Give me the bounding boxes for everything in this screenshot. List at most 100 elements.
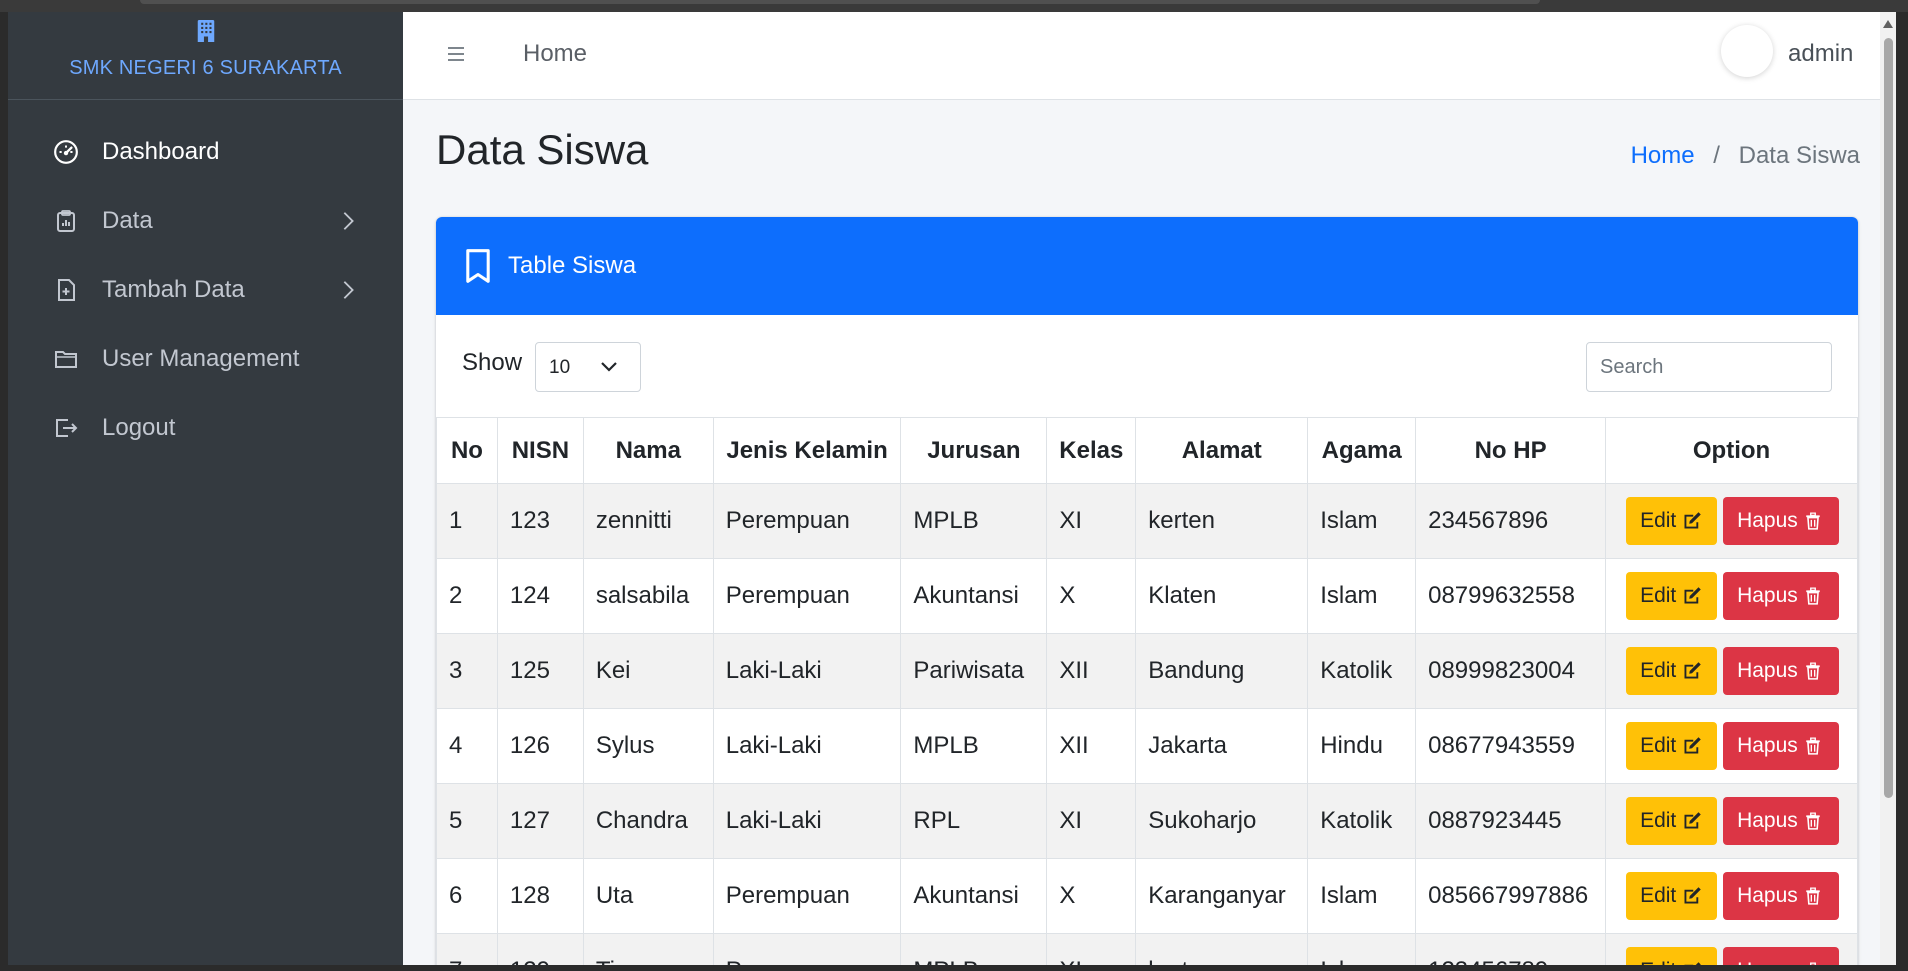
table-cell: Perempuan <box>712 483 902 559</box>
delete-button-label: Hapus <box>1737 959 1798 965</box>
table-header-row: No NISN Nama Jenis Kelamin Jurusan Kelas… <box>436 417 1858 484</box>
search-input[interactable] <box>1586 342 1832 392</box>
breadcrumb-current: Data Siswa <box>1738 142 1860 169</box>
table-row: 4 126 Sylus Laki-Laki MPLB XII Jakarta Hindu 086… <box>436 708 1858 784</box>
column-header[interactable]: No HP <box>1415 417 1607 484</box>
navbar-home-link[interactable]: Home <box>523 40 587 68</box>
option-cell: Edit Hapus <box>1605 858 1858 934</box>
edit-button[interactable]: Edit <box>1626 947 1718 965</box>
avatar[interactable] <box>1721 25 1773 77</box>
delete-button-label: Hapus <box>1737 809 1798 832</box>
edit-button[interactable]: Edit <box>1626 872 1718 920</box>
table-row: 5 127 Chandra Laki-Laki RPL XI Sukoharjo Katoli… <box>436 783 1858 859</box>
scrollbar-thumb[interactable] <box>1884 38 1893 798</box>
sidebar-item-tambah-data[interactable]: Tambah Data <box>18 260 393 320</box>
table-cell: 08677943559 <box>1415 708 1607 784</box>
card-title: Table Siswa <box>508 252 637 279</box>
option-cell: Edit Hapus <box>1605 783 1858 859</box>
delete-button[interactable]: Hapus <box>1723 722 1840 770</box>
sidebar-item-user-management[interactable]: User Management <box>18 329 393 389</box>
column-header[interactable]: Kelas <box>1046 417 1137 484</box>
table-cell: XI <box>1046 783 1137 859</box>
table-cell: Bandung <box>1135 633 1309 709</box>
table-cell: kerten <box>1135 933 1309 965</box>
table-cell: 126 <box>496 708 584 784</box>
table-cell: Islam <box>1307 858 1417 934</box>
delete-button[interactable]: Hapus <box>1723 872 1840 920</box>
column-header[interactable]: Alamat <box>1135 417 1309 484</box>
table-cell: 085667997886 <box>1415 858 1607 934</box>
option-cell: Edit Hapus <box>1605 633 1858 709</box>
pencil-square-icon <box>1684 812 1701 829</box>
table-cell: RPL <box>900 783 1048 859</box>
column-header[interactable]: No <box>436 417 498 484</box>
table-cell: 124 <box>496 558 584 634</box>
user-name[interactable]: admin <box>1788 40 1853 68</box>
table-cell: 2 <box>436 558 498 634</box>
scroll-up-arrow-icon[interactable] <box>1883 20 1893 28</box>
delete-button[interactable]: Hapus <box>1723 947 1840 965</box>
sidebar-item-logout[interactable]: Logout <box>18 398 393 458</box>
delete-button[interactable]: Hapus <box>1723 647 1840 695</box>
brand[interactable]: SMK NEGERI 6 SURAKARTA <box>8 12 403 100</box>
table-cell: 08799632558 <box>1415 558 1607 634</box>
sidebar-item-label: Logout <box>102 414 176 441</box>
show-entries-label: Show <box>462 349 523 376</box>
sidebar-item-data[interactable]: Data <box>18 191 393 251</box>
column-header[interactable]: Option <box>1605 417 1858 484</box>
table-cell: 3 <box>436 633 498 709</box>
table-cell: Chandra <box>582 783 714 859</box>
chevron-right-icon <box>343 212 354 230</box>
table-cell: 127 <box>496 783 584 859</box>
table-cell: 129 <box>496 933 584 965</box>
vertical-scrollbar[interactable] <box>1880 12 1896 965</box>
column-header[interactable]: Jurusan <box>900 417 1048 484</box>
delete-button[interactable]: Hapus <box>1723 797 1840 845</box>
column-header[interactable]: Nama <box>582 417 714 484</box>
table-cell: XII <box>1046 708 1137 784</box>
table-row: 1 123 zennitti Perempuan MPLB XI kerten Islam 23… <box>436 483 1858 559</box>
edit-button[interactable]: Edit <box>1626 722 1718 770</box>
sidebar-item-label: User Management <box>102 345 300 372</box>
table-cell: 234567896 <box>1415 483 1607 559</box>
chevron-right-icon <box>343 281 354 299</box>
table-cell: zennitti <box>582 483 714 559</box>
column-header[interactable]: Jenis Kelamin <box>712 417 902 484</box>
file-plus-icon <box>52 276 80 304</box>
show-entries-select[interactable]: 10 <box>535 342 641 392</box>
delete-button-label: Hapus <box>1737 509 1798 532</box>
hamburger-menu-icon[interactable] <box>443 42 469 66</box>
edit-button[interactable]: Edit <box>1626 572 1718 620</box>
edit-button-label: Edit <box>1640 584 1677 607</box>
folder-icon <box>52 345 80 373</box>
table-cell: MPLB <box>900 708 1048 784</box>
table-controls: Show 10 <box>436 315 1858 417</box>
table-cell: Islam <box>1307 933 1417 965</box>
top-navbar: Home admin <box>403 12 1896 100</box>
column-header[interactable]: NISN <box>496 417 584 484</box>
delete-button[interactable]: Hapus <box>1723 572 1840 620</box>
sidebar-item-label: Data <box>102 207 153 234</box>
edit-button[interactable]: Edit <box>1626 497 1718 545</box>
trash-icon <box>1806 737 1820 755</box>
sidebar-item-dashboard[interactable]: Dashboard <box>18 122 393 182</box>
table-cell: 08999823004 <box>1415 633 1607 709</box>
option-cell: Edit Hapus <box>1605 708 1858 784</box>
breadcrumb-separator: / <box>1713 142 1720 169</box>
bookmark-icon <box>466 249 490 283</box>
trash-icon <box>1806 587 1820 605</box>
table-body: 1 123 zennitti Perempuan MPLB XI kerten Islam 23… <box>436 483 1858 965</box>
edit-button[interactable]: Edit <box>1626 647 1718 695</box>
table-cell: 4 <box>436 708 498 784</box>
column-header[interactable]: Agama <box>1307 417 1417 484</box>
table-cell: Sylus <box>582 708 714 784</box>
sidebar-item-label: Tambah Data <box>102 276 245 303</box>
table-cell: XI <box>1046 483 1137 559</box>
edit-button-label: Edit <box>1640 884 1677 907</box>
breadcrumb-home[interactable]: Home <box>1631 142 1695 169</box>
edit-button-label: Edit <box>1640 659 1677 682</box>
delete-button[interactable]: Hapus <box>1723 497 1840 545</box>
table-cell: kerten <box>1135 483 1309 559</box>
edit-button[interactable]: Edit <box>1626 797 1718 845</box>
breadcrumb: Home / Data Siswa <box>1631 142 1860 170</box>
